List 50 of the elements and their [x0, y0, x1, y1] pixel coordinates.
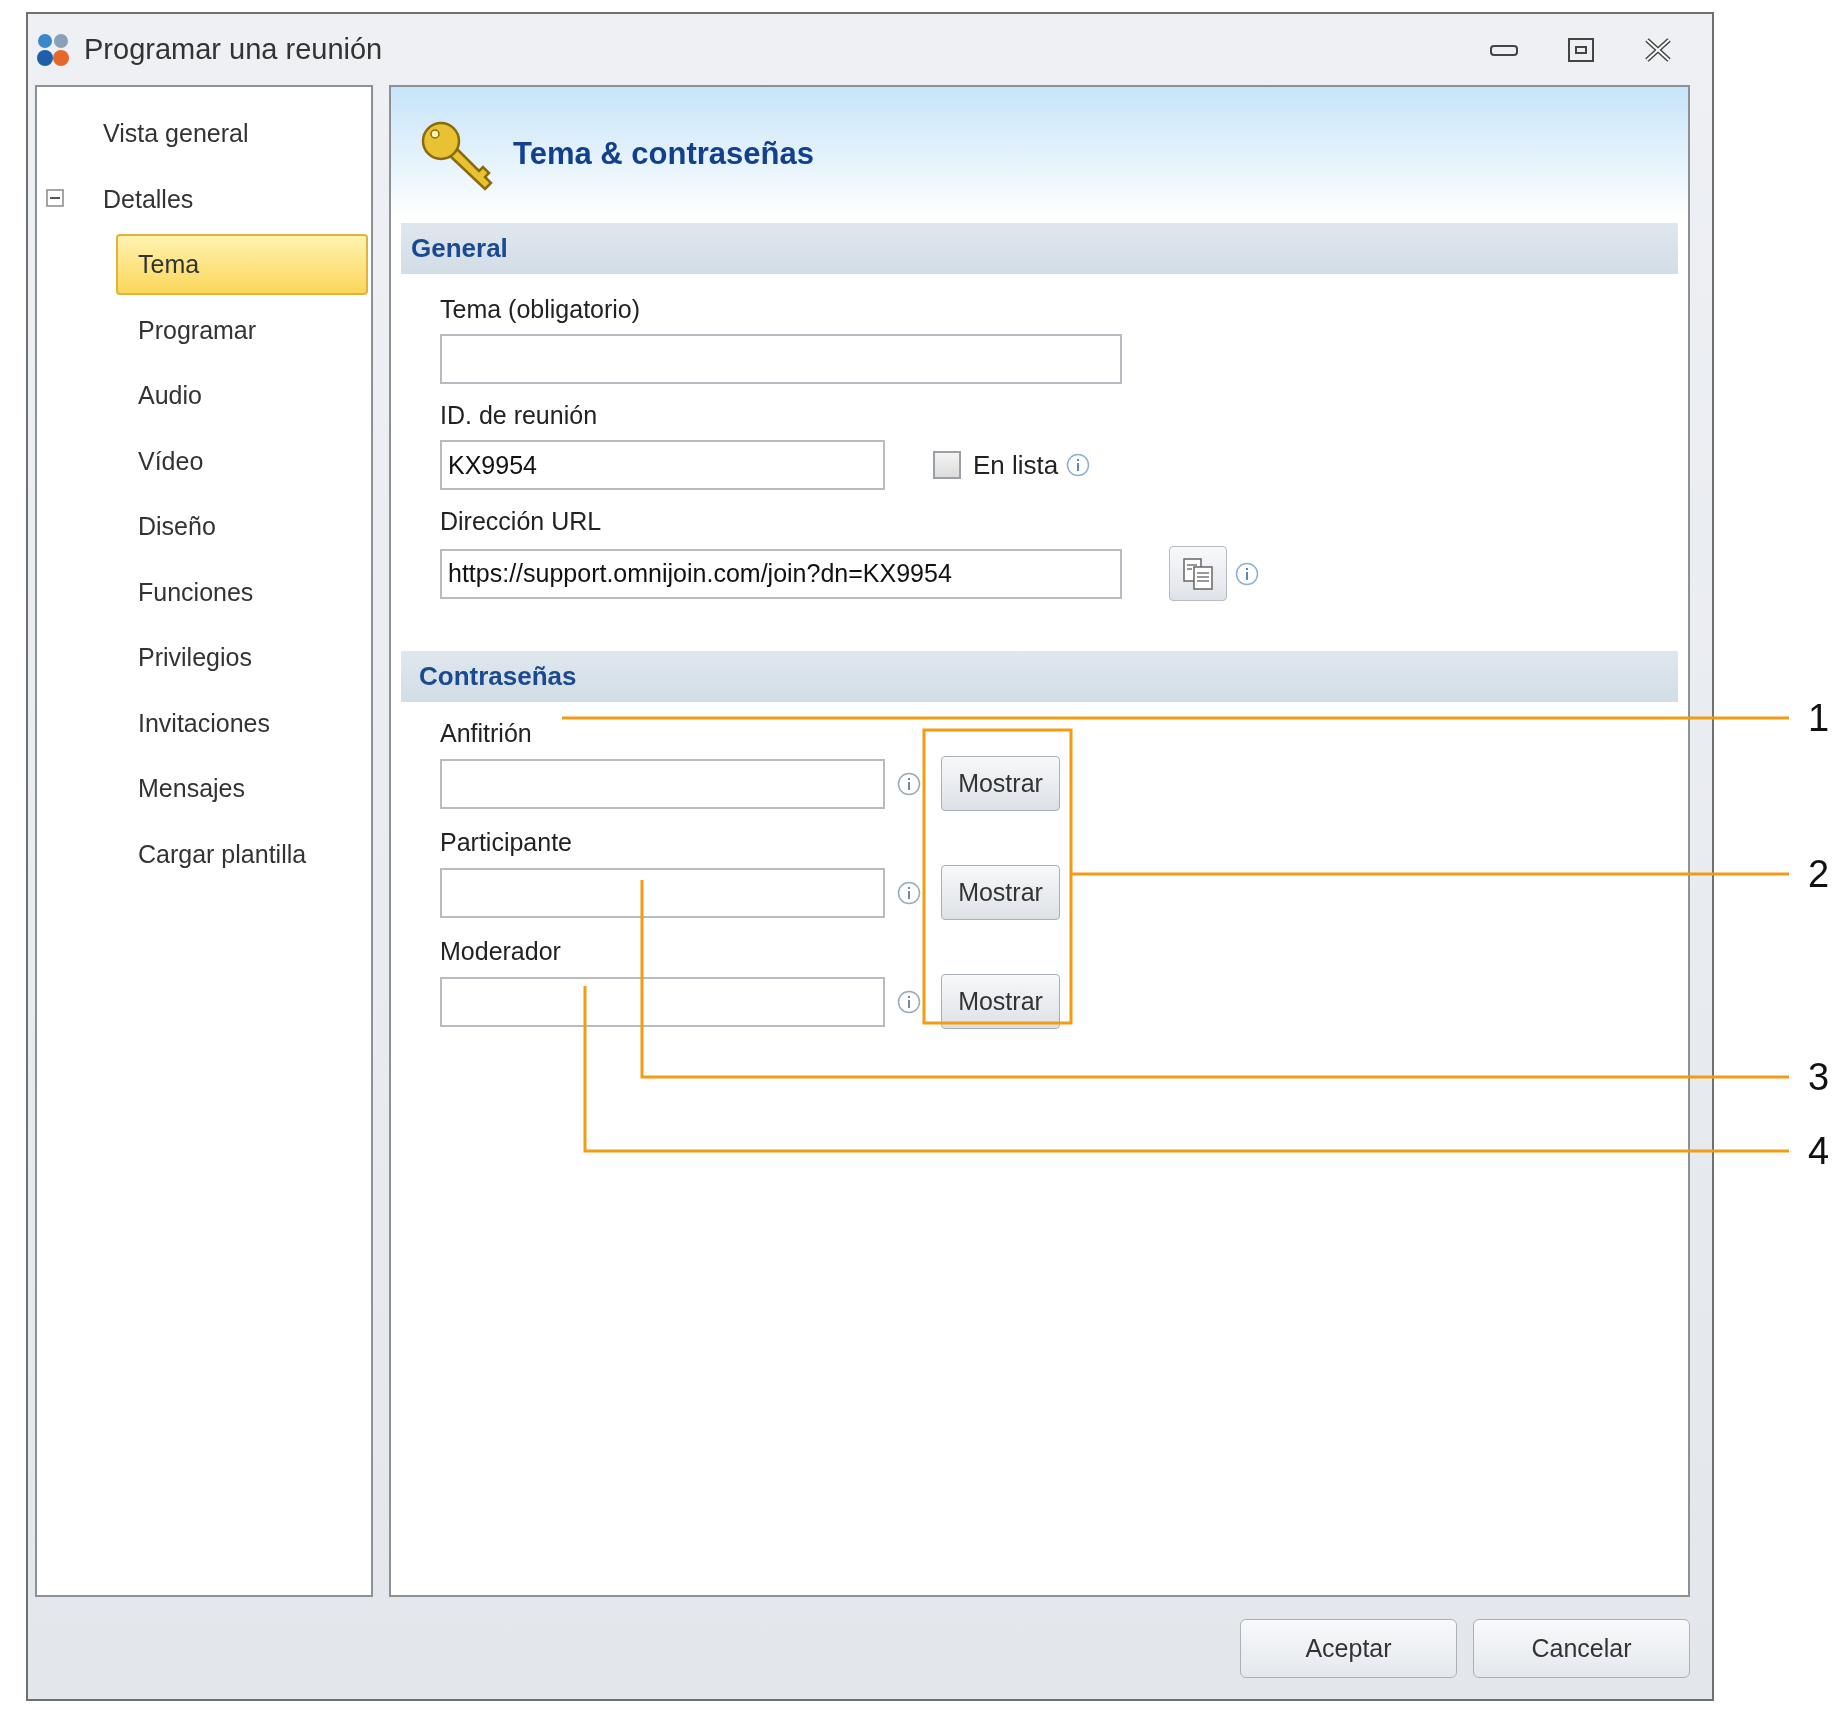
checkbox-label: En lista — [973, 449, 1059, 481]
accept-button[interactable]: Aceptar — [1240, 1618, 1457, 1678]
show-button[interactable]: Mostrar — [941, 974, 1060, 1029]
minimize-icon[interactable] — [1490, 42, 1518, 57]
checkbox[interactable] — [933, 451, 961, 479]
section-title: Contraseñas — [419, 661, 577, 692]
copy-button[interactable] — [1169, 546, 1227, 601]
copy-icon — [1180, 555, 1216, 592]
sidebar-item[interactable]: Invitaciones — [116, 692, 293, 754]
page-heading: Tema & contraseñas — [513, 135, 814, 172]
info-icon[interactable] — [897, 989, 921, 1014]
close-icon[interactable] — [1644, 37, 1672, 62]
callout-number: 3 — [1808, 1055, 1830, 1099]
input-field[interactable]: KX9954 — [440, 440, 885, 490]
field-label: Participante — [440, 827, 573, 858]
input-field[interactable]: https://support.omnijoin.com/join?dn=KX9954 — [440, 548, 1122, 599]
info-icon[interactable] — [1066, 453, 1091, 477]
section-title: General — [411, 233, 508, 264]
field-label: Tema (obligatorio) — [440, 294, 641, 325]
field-label: Moderador — [440, 936, 561, 967]
sidebar-item[interactable]: Funciones — [116, 561, 276, 623]
sidebar-item[interactable]: Audio — [116, 365, 224, 427]
sidebar-item[interactable]: Vídeo — [116, 430, 226, 492]
sidebar-item[interactable]: Cargar plantilla — [116, 823, 329, 885]
field-label: Anfitrión — [440, 718, 532, 749]
show-button[interactable]: Mostrar — [941, 865, 1060, 920]
callout-number: 1 — [1808, 696, 1830, 740]
sidebar-item[interactable]: Mensajes — [116, 758, 267, 820]
sidebar-item[interactable]: Privilegios — [116, 627, 274, 689]
cancel-button[interactable]: Cancelar — [1473, 1618, 1690, 1678]
window-title: Programar una reunión — [84, 33, 383, 66]
field-label: Dirección URL — [440, 506, 602, 537]
show-button[interactable]: Mostrar — [941, 756, 1060, 811]
info-icon[interactable] — [897, 880, 921, 905]
field-label: ID. de reunión — [440, 400, 598, 431]
collapse-toggle-icon[interactable] — [46, 188, 64, 207]
input-field[interactable] — [440, 867, 885, 918]
sidebar-item[interactable]: Vista general — [81, 103, 271, 165]
callout-number: 4 — [1808, 1129, 1830, 1173]
info-icon[interactable] — [897, 771, 921, 796]
input-field[interactable] — [440, 976, 885, 1027]
sidebar-item[interactable]: Detalles — [81, 168, 216, 230]
input-field[interactable] — [440, 758, 885, 809]
callout-number: 2 — [1808, 852, 1830, 896]
sidebar-item[interactable]: Diseño — [116, 496, 238, 558]
input-field[interactable] — [440, 334, 1122, 384]
sidebar-item[interactable]: Tema — [116, 234, 368, 296]
maximize-icon[interactable] — [1568, 37, 1594, 62]
sidebar-item[interactable]: Programar — [116, 299, 279, 361]
info-icon[interactable] — [1235, 561, 1259, 586]
